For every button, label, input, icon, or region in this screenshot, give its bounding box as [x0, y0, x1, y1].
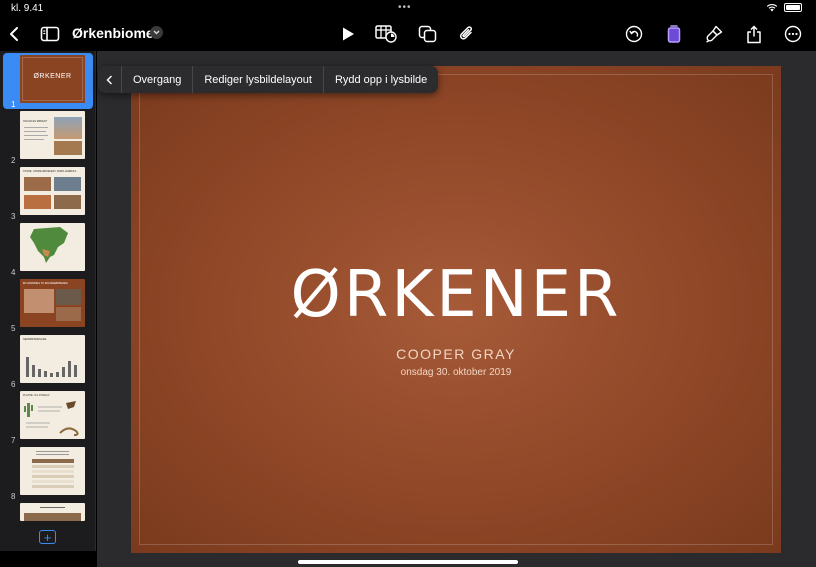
thumb-title: ØRKENER	[33, 73, 72, 80]
slide-thumbnail-5[interactable]: EN VANDRING TIL MOJAVEØRKENEN 5	[0, 277, 95, 333]
context-menu: Overgang Rediger lysbildelayout Rydd opp…	[98, 66, 439, 93]
multitasking-dots-icon[interactable]: •••	[398, 2, 412, 13]
status-indicators	[766, 3, 802, 12]
slide-thumbnail-image	[20, 223, 85, 271]
slide-thumbnail-image: PLANTE- OG DYRELIV	[20, 391, 85, 439]
slide-number: 3	[11, 212, 16, 221]
thumb-title: EN VANDRING TIL MOJAVEØRKENEN	[23, 282, 68, 285]
paperclip-icon[interactable]	[455, 22, 479, 46]
status-time: kl. 9.41	[11, 3, 44, 14]
slide-thumbnail-image	[20, 447, 85, 495]
slide-thumbnail-7[interactable]: PLANTE- OG DYRELIV 7	[0, 389, 95, 445]
slide-number: 5	[11, 324, 16, 333]
slide-number: 6	[11, 380, 16, 389]
paintbrush-icon[interactable]	[702, 22, 726, 46]
slide-thumbnail-image: HVA ER EN ØRKEN?	[20, 111, 85, 159]
slide-thumbnail-image: NEDBØRSMENGDE	[20, 335, 85, 383]
document-title[interactable]: Ørkenbiomet	[72, 25, 158, 41]
shapes-icon[interactable]	[416, 22, 440, 46]
slide-thumbnail-2[interactable]: HVA ER EN ØRKEN? 2	[0, 109, 95, 165]
slide-title[interactable]: ØRKENER	[131, 258, 781, 332]
menu-item-clean-up-slide[interactable]: Rydd opp i lysbilde	[322, 66, 438, 93]
slide-navigator[interactable]: ØRKENER 1 HVA ER EN ØRKEN? 2 STORE, VARM…	[0, 51, 96, 551]
status-bar: kl. 9.41 •••	[0, 0, 816, 16]
menu-item-edit-layout[interactable]: Rediger lysbildelayout	[192, 66, 323, 93]
slide-number: 8	[11, 492, 16, 501]
undo-icon[interactable]	[622, 22, 646, 46]
thumb-title: HVA ER EN ØRKEN?	[23, 120, 48, 123]
home-indicator[interactable]	[298, 560, 518, 564]
battery-icon	[784, 3, 802, 12]
sidebar-icon[interactable]	[38, 22, 62, 46]
slide-number: 7	[11, 436, 16, 445]
thumb-title: NEDBØRSMENGDE	[23, 338, 47, 341]
more-icon[interactable]	[781, 22, 805, 46]
chevron-left-icon	[106, 75, 112, 84]
share-icon[interactable]	[742, 22, 766, 46]
slide-thumbnail-image: EN VANDRING TIL MOJAVEØRKENEN	[20, 279, 85, 327]
slide-thumbnail-1[interactable]: ØRKENER 1	[3, 53, 93, 109]
bar-chart-icon	[26, 357, 77, 377]
thumb-title: PLANTE- OG DYRELIV	[23, 394, 50, 397]
back-icon[interactable]	[2, 22, 26, 46]
slide-thumbnail-4[interactable]: 4	[0, 221, 95, 277]
slide-color-icon[interactable]	[662, 22, 686, 46]
slide-date[interactable]: onsdag 30. oktober 2019	[131, 367, 781, 378]
thumb-title: STORE, VARME ØRKENER I NORD-AMERIKA	[23, 170, 77, 173]
slide-thumbnail-image: ØRKENER	[20, 55, 85, 103]
table-chart-icon[interactable]	[374, 22, 398, 46]
current-slide[interactable]: ØRKENER COOPER GRAY onsdag 30. oktober 2…	[131, 66, 781, 553]
context-menu-back-button[interactable]	[98, 66, 121, 93]
slide-thumbnail-image	[20, 503, 85, 521]
slide-number: 1	[11, 100, 16, 109]
wifi-icon	[766, 3, 778, 12]
slide-thumbnail-image: STORE, VARME ØRKENER I NORD-AMERIKA	[20, 167, 85, 215]
map-icon	[30, 227, 68, 263]
slide-thumbnail-3[interactable]: STORE, VARME ØRKENER I NORD-AMERIKA 3	[0, 165, 95, 221]
menu-item-transition[interactable]: Overgang	[121, 66, 192, 93]
chevron-down-icon[interactable]	[150, 26, 163, 39]
play-icon[interactable]	[336, 22, 360, 46]
toolbar: Ørkenbiomet	[0, 17, 816, 51]
cactus-icon	[24, 401, 79, 436]
slide-number: 2	[11, 156, 16, 165]
slide-thumbnail-8[interactable]: 8	[0, 445, 95, 501]
slide-number: 4	[11, 268, 16, 277]
slide-thumbnail-6[interactable]: NEDBØRSMENGDE 6	[0, 333, 95, 389]
slide-author[interactable]: COOPER GRAY	[131, 346, 781, 362]
add-slide-button[interactable]: +	[39, 530, 56, 544]
